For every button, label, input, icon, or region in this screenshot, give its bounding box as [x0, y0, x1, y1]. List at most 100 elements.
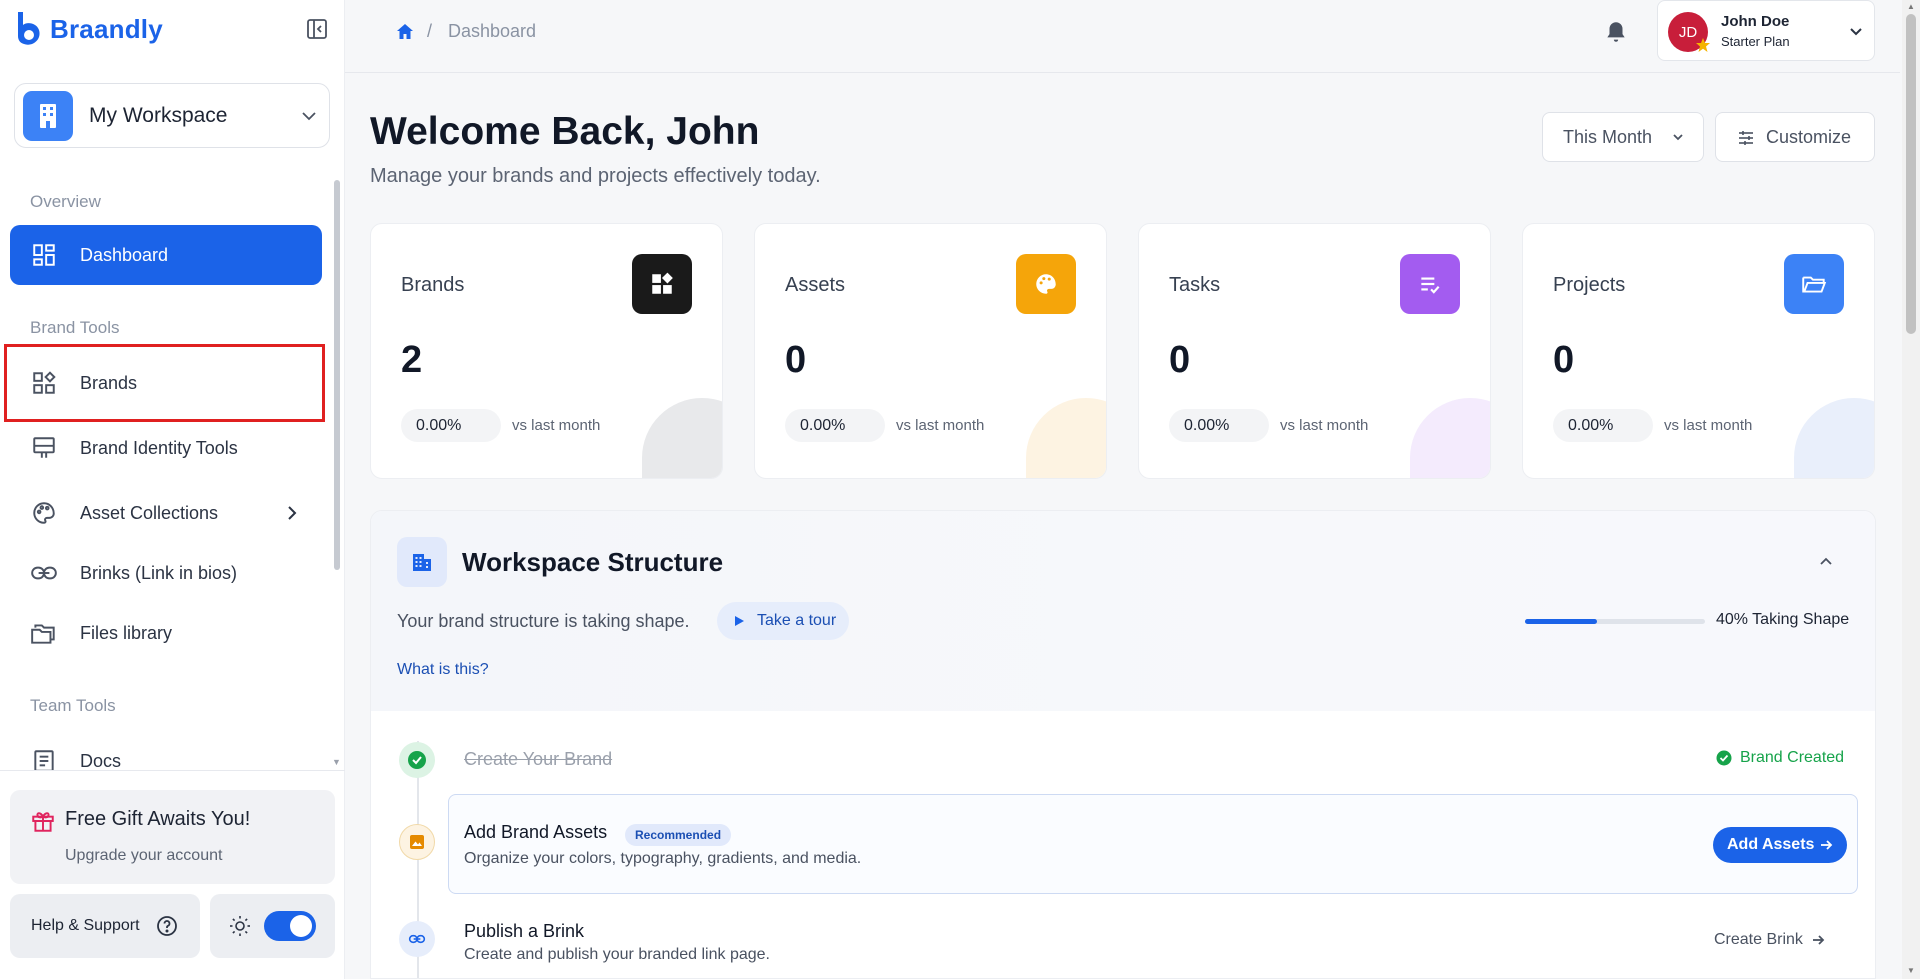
workspace-structure-header: Workspace Structure Your brand structure… [371, 511, 1875, 711]
check-circle-icon [1716, 750, 1732, 766]
gift-title: Free Gift Awaits You! [65, 808, 251, 830]
scrollbar-thumb[interactable] [1906, 14, 1916, 334]
status-label: Brand Created [1740, 749, 1845, 766]
scroll-up-icon[interactable]: ▲ [1907, 2, 1915, 11]
palette-icon [30, 499, 58, 527]
stat-vs: vs last month [1664, 417, 1753, 434]
section-team-tools: Team Tools [30, 696, 116, 715]
sidebar-item-label: Brinks (Link in bios) [80, 562, 238, 583]
stat-value: 2 [401, 339, 423, 381]
decorative-shape [1410, 398, 1490, 478]
help-support-button[interactable]: Help & Support [10, 894, 200, 958]
sidebar-nav: Overview Dashboard Brand Tools Brands Br… [0, 180, 345, 770]
stat-change: 0.00% [1553, 409, 1653, 442]
sidebar-item-docs[interactable]: Docs [10, 731, 322, 770]
stat-value: 0 [785, 339, 807, 381]
theme-switcher [210, 894, 335, 958]
chevron-down-icon [1673, 134, 1683, 141]
sidebar-item-label: Asset Collections [80, 502, 219, 523]
folders-icon [30, 619, 58, 647]
stat-value: 0 [1553, 339, 1575, 381]
arrow-right-icon [1821, 840, 1833, 850]
period-select[interactable]: This Month [1542, 112, 1704, 162]
dashboard-icon [30, 241, 58, 269]
palette-stat-icon [1016, 254, 1076, 314]
breadcrumb-separator: / [427, 21, 433, 41]
braandly-logo-icon [18, 12, 40, 45]
stat-label: Projects [1553, 274, 1626, 296]
star-icon [1696, 38, 1710, 52]
user-name: John Doe [1721, 13, 1790, 30]
user-menu[interactable]: JD John Doe Starter Plan [1657, 0, 1875, 61]
chevron-up-icon[interactable] [1816, 551, 1836, 571]
sidebar-item-asset-collections[interactable]: Asset Collections [10, 483, 322, 543]
section-brand-tools: Brand Tools [30, 318, 120, 337]
home-icon[interactable] [395, 22, 415, 42]
stat-card-brands[interactable]: Brands 2 0.00% vs last month [370, 223, 723, 479]
arrow-right-icon [1812, 935, 1825, 945]
stat-card-projects[interactable]: Projects 0 0.00% vs last month [1522, 223, 1875, 479]
identity-icon [30, 434, 58, 462]
step-title: Publish a Brink [464, 921, 585, 941]
sidebar-item-brand-identity-tools[interactable]: Brand Identity Tools [10, 418, 322, 478]
take-tour-button[interactable]: Take a tour [717, 602, 849, 640]
sidebar-item-label: Dashboard [80, 244, 169, 265]
chevron-down-icon [302, 112, 316, 121]
workspace-name: My Workspace [89, 103, 228, 127]
chevron-down-icon [1850, 28, 1862, 36]
sidebar-scrollbar[interactable] [334, 180, 340, 570]
step-title: Add Brand Assets [464, 822, 608, 842]
section-title: Workspace Structure [462, 547, 724, 577]
add-assets-button[interactable]: Add Assets [1713, 827, 1847, 863]
sidebar-item-brinks[interactable]: Brinks (Link in bios) [10, 543, 322, 603]
sidebar-item-label: Docs [80, 750, 122, 771]
status-badge: Brand Created [1716, 749, 1844, 767]
stat-vs: vs last month [896, 417, 985, 434]
upgrade-card[interactable]: Free Gift Awaits You! Upgrade your accou… [10, 790, 335, 884]
selection-highlight [4, 344, 325, 422]
sidebar-divider [0, 770, 345, 771]
what-is-this-link[interactable]: What is this? [397, 661, 489, 679]
sidebar-item-dashboard[interactable]: Dashboard [10, 225, 322, 285]
link-icon [30, 559, 58, 587]
workspace-selector[interactable]: My Workspace [14, 83, 330, 148]
toggle-knob [290, 915, 312, 937]
gift-icon [32, 812, 54, 832]
structure-description: Your brand structure is taking shape. [397, 611, 690, 631]
sidebar-item-files-library[interactable]: Files library [10, 603, 322, 663]
chevron-right-icon [288, 506, 297, 520]
main-scrollbar[interactable]: ▲ ▼ [1902, 0, 1920, 979]
question-icon [157, 916, 177, 936]
stat-label: Tasks [1169, 274, 1221, 296]
stat-label: Brands [401, 274, 465, 296]
step-title: Create Your Brand [464, 749, 613, 769]
play-icon [735, 616, 744, 626]
bell-icon[interactable] [1603, 19, 1629, 45]
sliders-icon [1739, 131, 1753, 145]
step-description: Create and publish your branded link pag… [464, 946, 770, 963]
app-logo[interactable]: Braandly [14, 10, 163, 48]
workspace-structure-card: Workspace Structure Your brand structure… [370, 510, 1876, 979]
sidebar: Braandly My Workspace Overview Dashboard… [0, 0, 345, 979]
customize-button[interactable]: Customize [1715, 112, 1875, 162]
scroll-down-icon[interactable]: ▼ [1907, 966, 1915, 975]
stat-card-assets[interactable]: Assets 0 0.00% vs last month [754, 223, 1107, 479]
collapse-sidebar-icon[interactable] [305, 17, 329, 41]
page-title: Welcome Back, John [370, 110, 760, 153]
theme-toggle[interactable] [264, 911, 316, 941]
scroll-down-icon[interactable]: ▼ [332, 757, 342, 767]
recommended-badge: Recommended [625, 824, 732, 846]
gift-subtitle: Upgrade your account [65, 847, 223, 864]
create-brink-link[interactable]: Create Brink [1714, 931, 1825, 949]
stat-value: 0 [1169, 339, 1191, 381]
stat-vs: vs last month [1280, 417, 1369, 434]
sidebar-item-label: Files library [80, 622, 173, 643]
stat-card-tasks[interactable]: Tasks 0 0.00% vs last month [1138, 223, 1491, 479]
building-icon [23, 90, 73, 141]
topbar: / Dashboard JD John Doe Starter Plan [345, 0, 1900, 73]
step-complete-icon [399, 742, 435, 778]
docs-icon [30, 747, 58, 770]
help-label: Help & Support [31, 917, 140, 934]
progress-label: 40% Taking Shape [1716, 611, 1850, 628]
section-overview: Overview [30, 192, 101, 211]
